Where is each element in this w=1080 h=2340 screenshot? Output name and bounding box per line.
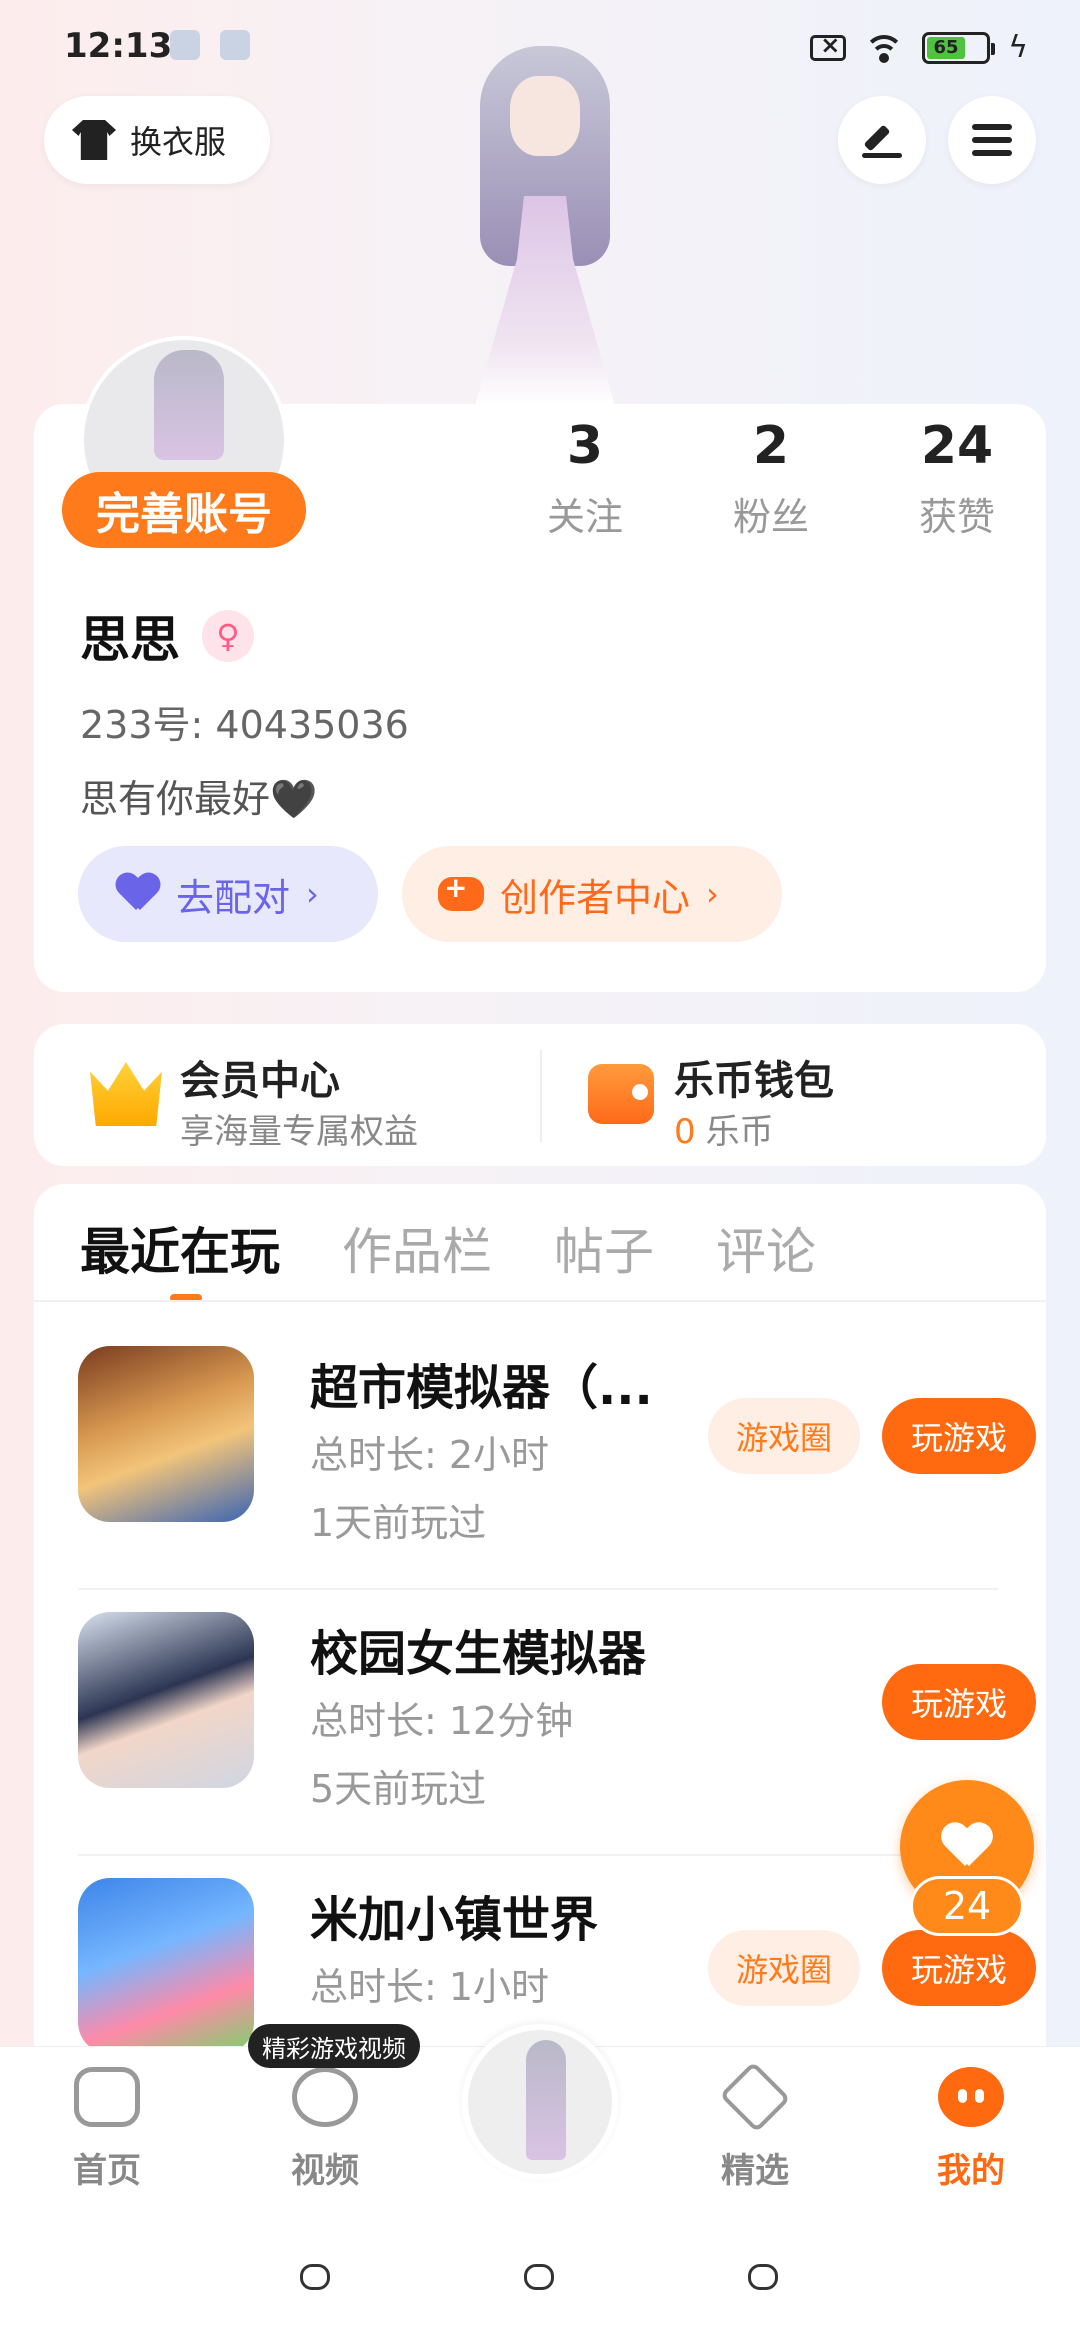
like-count-badge: 24 bbox=[910, 1876, 1024, 1936]
avatar-character[interactable] bbox=[440, 36, 650, 406]
pen-icon bbox=[862, 122, 902, 158]
gamepad-icon bbox=[438, 871, 484, 911]
game-circle-button[interactable]: 游戏圈 bbox=[708, 1930, 860, 2006]
user-name: 思思 bbox=[80, 611, 180, 669]
name-row: 思思 ♀ bbox=[80, 600, 254, 672]
play-game-button[interactable]: 玩游戏 bbox=[882, 1930, 1036, 2006]
recents-gesture-icon[interactable] bbox=[748, 2264, 778, 2290]
menu-icon bbox=[972, 124, 1012, 156]
member-center-subtitle: 享海量专属权益 bbox=[180, 1112, 418, 1152]
change-outfit-label: 换衣服 bbox=[130, 123, 227, 161]
play-circle-icon bbox=[292, 2067, 358, 2127]
heart-icon bbox=[941, 1824, 993, 1870]
member-wallet-card: 会员中心 享海量专属权益 乐币钱包 0 乐币 bbox=[34, 1024, 1046, 1166]
nav-video[interactable]: 视频 bbox=[260, 2067, 390, 2192]
play-game-button[interactable]: 玩游戏 bbox=[882, 1664, 1036, 1740]
stat-followers[interactable]: 2 粉丝 bbox=[678, 416, 864, 541]
nav-avatar-button[interactable] bbox=[462, 2024, 618, 2180]
edit-button[interactable] bbox=[838, 96, 926, 184]
game-title: 米加小镇世界 bbox=[310, 1892, 599, 1948]
game-last-played: 5天前玩过 bbox=[310, 1767, 487, 1811]
game-circle-button[interactable]: 游戏圈 bbox=[708, 1398, 860, 1474]
notification-icon bbox=[220, 30, 250, 60]
battery-icon: 65 bbox=[922, 31, 996, 64]
female-icon: ♀ bbox=[202, 610, 254, 662]
game-title: 超市模拟器（... bbox=[310, 1360, 653, 1416]
member-center-title[interactable]: 会员中心 bbox=[180, 1048, 340, 1106]
wifi-icon bbox=[864, 33, 905, 63]
game-duration: 总时长: 12分钟 bbox=[310, 1699, 574, 1743]
creator-center-button[interactable]: 创作者中心 › bbox=[402, 846, 782, 942]
change-outfit-button[interactable]: 换衣服 bbox=[44, 96, 270, 184]
wallet-icon bbox=[588, 1064, 654, 1124]
chevron-right-icon: › bbox=[306, 875, 319, 913]
menu-button[interactable] bbox=[948, 96, 1036, 184]
chevron-right-icon: › bbox=[706, 875, 719, 913]
user-bio: 思有你最好🖤 bbox=[80, 777, 318, 821]
game-last-played: 1天前玩过 bbox=[310, 1501, 487, 1545]
pair-label: 去配对 bbox=[176, 875, 291, 920]
wallet-balance: 0 乐币 bbox=[674, 1112, 774, 1152]
game-duration: 总时长: 2小时 bbox=[310, 1433, 550, 1477]
stat-following[interactable]: 3 关注 bbox=[492, 416, 678, 541]
nav-home[interactable]: 首页 bbox=[42, 2067, 172, 2192]
tabs-divider bbox=[34, 1300, 1046, 1302]
profile-tabs: 最近在玩 作品栏 帖子 评论 bbox=[80, 1212, 816, 1302]
play-game-button[interactable]: 玩游戏 bbox=[882, 1398, 1036, 1474]
pair-button[interactable]: 去配对 › bbox=[78, 846, 378, 942]
user-id[interactable]: 233号: 40435036 bbox=[80, 694, 409, 749]
tab-comments[interactable]: 评论 bbox=[716, 1212, 816, 1284]
game-icon bbox=[78, 1346, 254, 1522]
divider bbox=[540, 1050, 542, 1142]
wallet-title[interactable]: 乐币钱包 bbox=[674, 1048, 834, 1106]
profile-stats: 3 关注 2 粉丝 24 获赞 bbox=[492, 416, 1050, 541]
home-gesture-icon[interactable] bbox=[524, 2264, 554, 2290]
tab-recent-played[interactable]: 最近在玩 bbox=[80, 1212, 280, 1302]
stat-likes[interactable]: 24 获赞 bbox=[864, 416, 1050, 541]
tab-works[interactable]: 作品栏 bbox=[342, 1212, 492, 1284]
shirt-icon bbox=[72, 120, 116, 160]
game-list-item[interactable]: 校园女生模拟器 总时长: 12分钟 5天前玩过 玩游戏 bbox=[78, 1590, 1038, 1856]
heart-icon bbox=[116, 874, 160, 914]
game-list-item[interactable]: 超市模拟器（... 总时长: 2小时 1天前玩过 游戏圈 玩游戏 bbox=[78, 1324, 1038, 1590]
charging-icon: ϟ bbox=[1008, 30, 1028, 65]
nav-featured[interactable]: 精选 bbox=[690, 2061, 820, 2192]
tab-posts[interactable]: 帖子 bbox=[554, 1212, 654, 1284]
status-time: 12:13 bbox=[64, 26, 173, 66]
game-icon bbox=[78, 1612, 254, 1788]
notification-icon bbox=[170, 30, 200, 60]
game-icon bbox=[78, 1878, 254, 2054]
profile-face-icon bbox=[938, 2067, 1004, 2127]
crown-icon bbox=[90, 1062, 162, 1126]
game-title: 校园女生模拟器 bbox=[310, 1626, 647, 1682]
complete-account-button[interactable]: 完善账号 bbox=[62, 472, 306, 548]
activity-card: 最近在玩 作品栏 帖子 评论 超市模拟器（... 总时长: 2小时 1天前玩过 … bbox=[34, 1184, 1046, 2064]
game-duration: 总时长: 1小时 bbox=[310, 1965, 550, 2009]
gamepad-icon bbox=[74, 2067, 140, 2127]
nav-mine[interactable]: 我的 bbox=[906, 2067, 1036, 2192]
no-sim-icon bbox=[810, 31, 847, 61]
system-nav-bar bbox=[0, 2210, 1080, 2340]
diamond-heart-icon bbox=[719, 2061, 791, 2133]
video-tooltip: 精彩游戏视频 bbox=[248, 2024, 420, 2068]
creator-label: 创作者中心 bbox=[500, 875, 691, 920]
back-gesture-icon[interactable] bbox=[300, 2264, 330, 2290]
